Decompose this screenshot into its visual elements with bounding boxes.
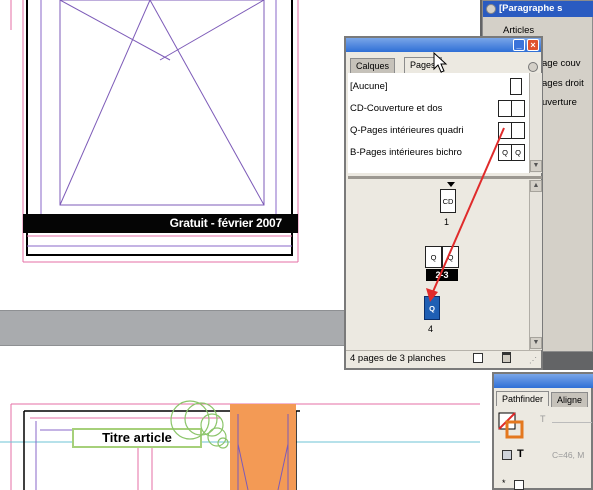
t-label: T bbox=[540, 414, 546, 424]
fill-stroke-swatch[interactable] bbox=[498, 412, 524, 440]
scroll-down-button[interactable]: ▼ bbox=[530, 337, 542, 349]
master-b-thumb-right: Q bbox=[511, 144, 525, 161]
paragraph-style-row[interactable]: uverture bbox=[542, 97, 577, 108]
cover-banner: Gratuit - février 2007 bbox=[23, 214, 298, 233]
master-none[interactable]: [Aucune] bbox=[350, 77, 388, 96]
panel-divider[interactable] bbox=[348, 176, 542, 179]
master-q[interactable]: Q-Pages intérieures quadri bbox=[350, 121, 464, 140]
tint-slider-line bbox=[552, 422, 592, 423]
paragraph-style-row[interactable]: ages droit bbox=[542, 78, 584, 89]
page-4-number: 4 bbox=[428, 324, 434, 334]
page-2-thumb[interactable]: Q bbox=[425, 246, 442, 268]
mouse-cursor-icon bbox=[433, 52, 448, 73]
pathfinder-topbar[interactable] bbox=[494, 374, 593, 388]
tab-align[interactable]: Aligne bbox=[551, 392, 589, 407]
tab-layers[interactable]: Calques bbox=[350, 58, 396, 73]
masters-scrollbar[interactable]: ▼ bbox=[529, 73, 542, 173]
page-3-thumb[interactable]: Q bbox=[442, 246, 459, 268]
master-cd-thumb-left bbox=[498, 100, 512, 117]
close-button[interactable]: × bbox=[527, 39, 539, 51]
target-marker-icon bbox=[447, 182, 455, 187]
page-1-thumb[interactable]: CD bbox=[440, 189, 456, 213]
scroll-up-button[interactable]: ▲ bbox=[530, 180, 542, 192]
master-q-thumb-right bbox=[511, 122, 525, 139]
pages-scrollbar[interactable]: ▲ ▼ bbox=[529, 180, 542, 350]
scroll-down-button[interactable]: ▼ bbox=[530, 160, 542, 172]
master-none-thumb bbox=[510, 78, 522, 95]
swatch-row-icon[interactable] bbox=[514, 480, 524, 490]
master-b-thumb-left: Q bbox=[498, 144, 512, 161]
pathfinder-panel: Pathfinder Aligne T T C=46, M * bbox=[492, 372, 593, 490]
master-b[interactable]: B-Pages intérieures bichro bbox=[350, 143, 462, 162]
resize-grip-icon[interactable]: ⋰ bbox=[529, 356, 537, 365]
pages-panel: _ × Calques Pages [Aucune] CD-Couverture… bbox=[344, 36, 543, 370]
tab-pathfinder[interactable]: Pathfinder bbox=[496, 391, 550, 406]
master-cd[interactable]: CD-Couverture et dos bbox=[350, 99, 442, 118]
pages-status: 4 pages de 3 planches bbox=[350, 353, 446, 364]
page-4-thumb[interactable]: Q bbox=[424, 296, 440, 320]
panel-options-icon[interactable] bbox=[528, 62, 538, 72]
green-circles-decoration bbox=[170, 400, 229, 449]
master-cd-thumb-right bbox=[511, 100, 525, 117]
format-container-icon[interactable] bbox=[502, 450, 512, 460]
page-1-number: 1 bbox=[444, 217, 450, 227]
panel-menu-icon[interactable] bbox=[486, 4, 496, 14]
color-value: C=46, M bbox=[552, 450, 585, 460]
format-text-label[interactable]: T bbox=[517, 448, 524, 460]
new-page-icon[interactable] bbox=[473, 353, 483, 363]
master-q-thumb-left bbox=[498, 122, 512, 139]
swatch-row-star: * bbox=[502, 478, 506, 488]
paragraph-style-row[interactable]: age couv bbox=[542, 58, 581, 69]
pages-panel-titlebar[interactable] bbox=[346, 38, 541, 52]
trash-icon[interactable] bbox=[502, 352, 511, 363]
paragraph-panel-title: [Paragraphe s bbox=[499, 3, 563, 14]
spread-2-3-number: 2-3 bbox=[426, 269, 458, 281]
paragraph-style-row[interactable]: Articles bbox=[503, 25, 534, 36]
minimize-button[interactable]: _ bbox=[513, 39, 525, 51]
